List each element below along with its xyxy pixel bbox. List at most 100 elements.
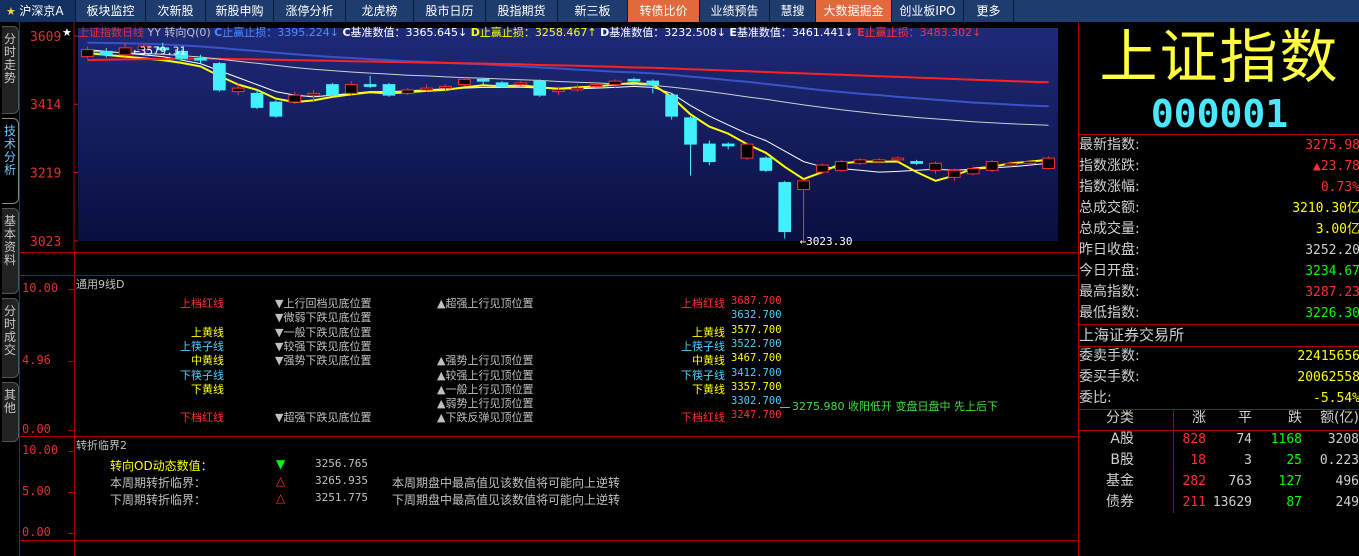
candle-body [269,101,283,117]
candle-body [118,47,132,56]
quote-stat-value: 3.00亿 [1315,222,1359,237]
chart-header: 上证指数日线 YY 转向Q(0) C止赢止损：3395.224↓ C基准数值：3… [78,25,981,39]
side-tab[interactable]: 分时走势 [2,26,19,114]
breadth-cell: 211 [1182,495,1206,510]
candle[interactable] [778,180,792,239]
nav-tab[interactable]: 业绩预告 [700,0,770,22]
candle[interactable] [269,100,283,118]
breadth-cell: 249 [1335,495,1359,510]
panel1-right-label: ▲下跌反弹见顶位置 [437,411,534,425]
panel1-line-name: 下黄线 [692,382,725,396]
nav-tab[interactable]: 新股申购 [206,0,274,22]
header-label: 基准数值： [351,26,406,39]
main-kline-chart[interactable]: 3609 3414 3219 3023 ←3579.31 ←3023.30 上证指数日线 Y… [20,22,1078,252]
candle-body [759,157,773,171]
panel2-value: 3265.935 [315,474,368,487]
header-key: D [600,26,609,39]
breadth-cell: 87 [1286,495,1302,510]
panel1-left-label: 下档红线 [180,411,224,425]
red-triangle-up-icon: △ [276,491,286,505]
candle[interactable] [458,77,471,87]
panel2-axis-tick [68,533,74,534]
quote-stat-row: 总成交额: 3210.30亿 [1079,198,1359,219]
side-tab[interactable]: 分时成交 [2,298,19,378]
candle-body [288,94,302,103]
nav-tab[interactable]: ★ 沪深京A [0,0,76,22]
candle[interactable] [533,79,547,97]
candle-body [571,87,584,91]
order-stat-label: 委卖手数: [1079,348,1140,364]
candle-body [382,84,396,96]
nav-tab[interactable]: 更多 [964,0,1014,22]
quote-stat-row: 最低指数: 3226.30 [1079,303,1359,324]
nav-tab[interactable]: 新三板 [558,0,628,22]
divider-line [20,540,1078,541]
side-tab[interactable]: 技术分析 [2,118,19,204]
quote-panel: 上证指数 000001 最新指数: 3275.98 指数涨跌: ▲23.78 指数涨幅:… [1078,22,1359,556]
candle[interactable] [703,140,716,166]
breadth-cell: 3208 [1327,432,1359,447]
nav-tab[interactable]: 慧搜 [770,0,816,22]
panel2-label: 本周期转折临界： [110,476,207,490]
candle-body [344,84,358,94]
quote-stat-value: 3252.20 [1305,243,1359,258]
nav-tab[interactable]: 大数据掘金 [816,0,892,22]
side-tab-char: 交 [3,343,16,357]
candle[interactable] [740,142,754,160]
nav-tab-label: 沪深京A [19,4,64,18]
candle[interactable] [326,82,339,97]
header-label: 止赢止损： [222,25,277,39]
nav-tab[interactable]: 股指期货 [486,0,558,22]
candle-body [853,159,867,164]
candle[interactable] [382,82,396,97]
candle[interactable] [966,166,980,176]
order-stat-label: 委比: [1079,390,1112,406]
index-code: 000001 [1150,92,1289,136]
candle[interactable] [985,159,999,173]
nav-tab[interactable]: 次新股 [146,0,206,22]
green-triangle-down-icon: ▼ [276,457,286,471]
panel2-axis-label: 10.00 [22,443,59,457]
panel1-line-name: 下档红线 [681,411,725,425]
header-key: E [729,26,737,39]
candle[interactable] [816,163,829,174]
price-axis-label: 3219 [30,166,61,181]
breadth-cell: 3 [1244,453,1252,468]
nav-tab[interactable]: 股市日历 [414,0,486,22]
nav-tab[interactable]: 涨停分析 [274,0,346,22]
side-tab-char: 势 [3,71,16,85]
nav-tab[interactable]: 龙虎榜 [346,0,414,22]
side-tab[interactable]: 其他 [2,382,19,442]
header-label: 止赢止损： [865,25,920,39]
nav-tab[interactable]: 板块监控 [76,0,146,22]
kline-svg[interactable]: 3609 3414 3219 3023 ←3579.31 ←3023.30 上证指数日线 Y… [20,22,1078,252]
breadth-col-divider [1173,409,1174,513]
panel1-right-label: ▲超强上行见顶位置 [437,297,534,310]
candle[interactable] [665,93,678,120]
candle[interactable] [759,156,773,173]
panel2-desc: 本周期盘中最高值见该数值将可能向上逆转 [392,476,621,490]
breadth-cell: 18 [1190,453,1206,468]
panel1-axis-tick [68,361,74,362]
panel1-line-value: 3247.700 [731,409,782,422]
candle-body [665,94,678,117]
price-axis-label: 3609 [30,30,61,45]
quote-stat-value: 3287.23 [1305,285,1359,300]
breadth-cell: 1168 [1270,432,1302,447]
panel1-axis-label: 4.96 [22,353,51,367]
nav-tab[interactable]: 创业板IPO [892,0,964,22]
header-label: 基准数值： [609,26,664,39]
side-tab[interactable]: 基本资料 [2,208,19,294]
candle-body [99,50,113,56]
nav-tab[interactable]: 转债比价 [628,0,700,22]
breadth-cell: 25 [1286,453,1302,468]
side-tab-char: 料 [3,253,16,267]
exchange-name: 上海证券交易所 [1079,326,1185,344]
header-label: 止赢止损： [480,25,535,39]
candle-body [910,161,923,164]
candle[interactable] [1042,156,1055,170]
chart-mode: YY 转向Q(0) [147,25,215,39]
candle-body [363,84,377,87]
candle[interactable] [213,61,226,92]
candle[interactable] [834,159,848,173]
